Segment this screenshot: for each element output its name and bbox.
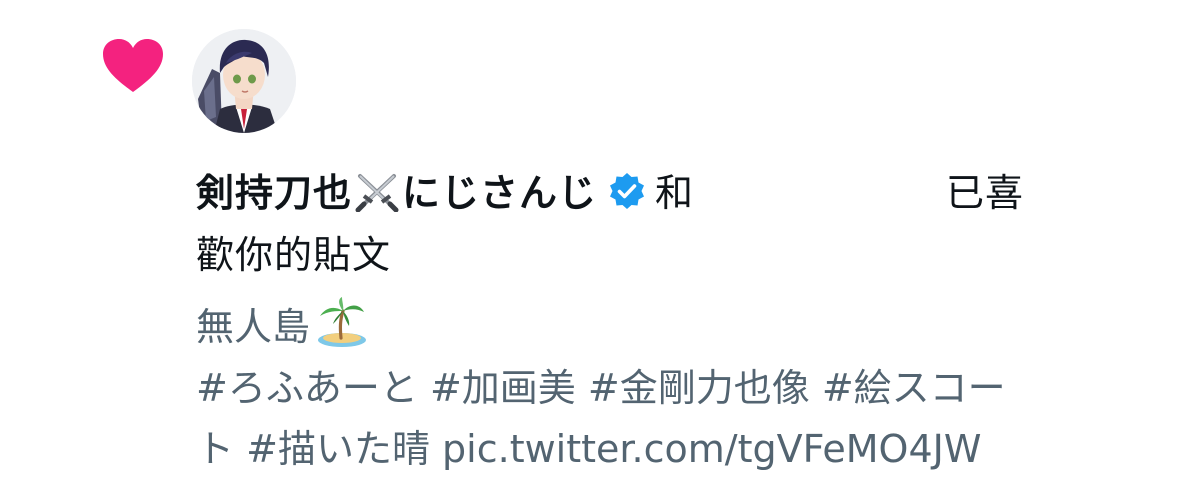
like-notification[interactable]: 剣持刀也 にじさんじ 和已喜 歡你的貼文 無人島 #ろふあーと #加画美 #金剛…	[0, 0, 1179, 497]
notification-headline: 剣持刀也 にじさんじ 和 已喜歡你的貼文	[196, 162, 1116, 286]
heart-icon	[103, 39, 163, 92]
avatar[interactable]	[192, 29, 296, 133]
hashtag-link[interactable]: #金剛力也像	[588, 366, 810, 410]
hashtag-link[interactable]: #加画美	[430, 366, 576, 410]
hashtag-link-continued[interactable]: ト	[196, 427, 234, 471]
user-name-suffix[interactable]: にじさんじ	[402, 171, 597, 215]
action-text-line2: 歡你的貼文	[196, 233, 392, 277]
post-preview[interactable]: 無人島 #ろふあーと #加画美 #金剛力也像 #絵スコート #描いた晴 pic.…	[196, 296, 1136, 480]
hashtag-link[interactable]: #ろふあーと	[196, 366, 418, 410]
avatar-illustration	[192, 29, 296, 133]
user-display-name[interactable]: 剣持刀也	[196, 171, 352, 215]
hashtag-link[interactable]: #絵スコー	[822, 366, 1006, 410]
desert-island-icon	[318, 297, 367, 347]
media-link[interactable]: pic.twitter.com/tgVFeMO4JW	[442, 427, 981, 471]
and-text: 和	[655, 171, 695, 215]
crossed-swords-icon	[355, 174, 399, 212]
hashtag-link[interactable]: #描いた晴	[246, 427, 430, 471]
verified-badge-icon	[610, 173, 645, 209]
action-text-line1: 已喜	[946, 171, 1025, 215]
post-title: 無人島	[196, 305, 311, 349]
